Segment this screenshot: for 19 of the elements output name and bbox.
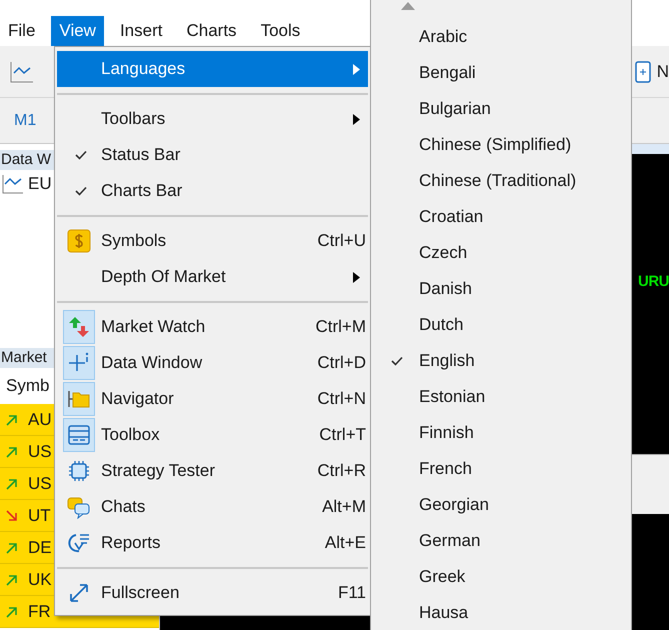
shortcut-label: Ctrl+N <box>317 388 366 410</box>
shortcut-label: Ctrl+T <box>319 424 366 446</box>
shortcut-label: Alt+M <box>322 496 366 518</box>
shortcut-label: Ctrl+D <box>317 352 366 374</box>
symbol-label: UK <box>28 568 52 591</box>
symbol-label: EU <box>28 173 52 196</box>
shortcut-label: Ctrl+M <box>315 316 366 338</box>
symbol-label: AU <box>28 408 52 431</box>
shortcut-label: Alt+E <box>324 532 366 554</box>
symbol-label: US <box>28 472 52 495</box>
shortcut-label: Ctrl+U <box>317 230 366 252</box>
column-header: Symb <box>6 375 50 398</box>
symbol-label: DE <box>28 536 52 559</box>
shortcut-label: F11 <box>338 582 366 604</box>
symbol-label: UT <box>28 504 51 527</box>
symbol-label: US <box>28 440 52 463</box>
chart-label: URU <box>638 274 669 289</box>
shortcut-label: Ctrl+R <box>317 460 366 482</box>
symbol-label: FR <box>28 600 51 623</box>
